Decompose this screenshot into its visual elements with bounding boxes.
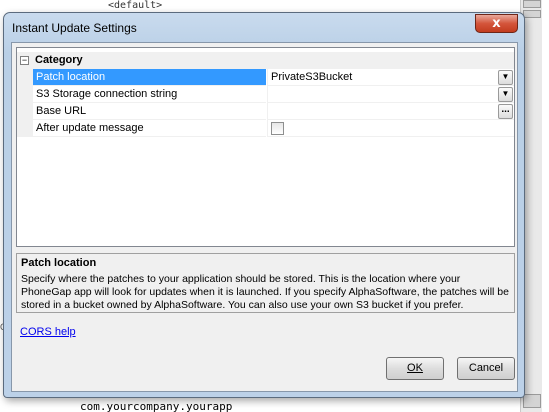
property-value[interactable]: ▼ xyxy=(267,86,514,103)
chevron-down-icon: ▼ xyxy=(501,72,510,81)
close-icon: x xyxy=(492,16,501,31)
category-label: Category xyxy=(35,54,83,66)
property-value[interactable] xyxy=(267,120,514,137)
description-title: Patch location xyxy=(21,257,97,269)
dropdown-button[interactable]: ▼ xyxy=(498,87,513,102)
ellipsis-button[interactable]: ... xyxy=(498,104,513,119)
close-button[interactable]: x xyxy=(475,14,518,33)
title-bar[interactable]: Instant Update Settings x xyxy=(4,13,524,43)
property-row-patch-location[interactable]: Patch location PrivateS3Bucket ▼ xyxy=(17,69,514,86)
collapse-icon[interactable]: − xyxy=(20,56,29,65)
property-name[interactable]: After update message xyxy=(33,120,266,137)
cors-help-link[interactable]: CORS help xyxy=(20,326,76,338)
description-panel: Patch location Specify where the patches… xyxy=(16,253,515,313)
dialog-body: − Category Patch location PrivateS3Bucke… xyxy=(11,42,518,392)
property-value[interactable]: ... xyxy=(267,103,514,120)
row-gutter xyxy=(17,120,33,137)
category-row[interactable]: − Category xyxy=(17,52,514,69)
property-name[interactable]: Patch location xyxy=(33,69,266,86)
ok-button[interactable]: OK xyxy=(386,357,444,380)
property-name[interactable]: Base URL xyxy=(33,103,266,120)
cancel-button-label: Cancel xyxy=(468,362,504,374)
property-value[interactable]: PrivateS3Bucket ▼ xyxy=(267,69,514,86)
property-name[interactable]: S3 Storage connection string xyxy=(33,86,266,103)
property-row-base-url[interactable]: Base URL ... xyxy=(17,103,514,120)
scroll-button[interactable] xyxy=(523,10,541,18)
scroll-button[interactable] xyxy=(523,394,541,408)
row-gutter xyxy=(17,86,33,103)
property-grid: − Category Patch location PrivateS3Bucke… xyxy=(16,47,515,247)
instant-update-settings-dialog: Instant Update Settings x − Category Pat… xyxy=(3,12,525,398)
ok-button-label: OK xyxy=(407,362,423,374)
dialog-title: Instant Update Settings xyxy=(12,21,137,35)
scroll-button[interactable] xyxy=(523,0,541,8)
background-text: <default> xyxy=(108,0,163,11)
chevron-down-icon: ▼ xyxy=(501,89,510,98)
background-app-id: com.yourcompany.yourapp xyxy=(80,400,233,412)
property-row-s3-connection[interactable]: S3 Storage connection string ▼ xyxy=(17,86,514,103)
row-gutter xyxy=(17,69,33,86)
cancel-button[interactable]: Cancel xyxy=(457,357,515,380)
patch-location-value: PrivateS3Bucket xyxy=(271,71,353,83)
dropdown-button[interactable]: ▼ xyxy=(498,70,513,85)
row-gutter xyxy=(17,103,33,120)
after-update-message-checkbox[interactable] xyxy=(271,122,284,135)
property-row-after-update-message[interactable]: After update message xyxy=(17,120,514,137)
description-text: Specify where the patches to your applic… xyxy=(21,273,509,311)
